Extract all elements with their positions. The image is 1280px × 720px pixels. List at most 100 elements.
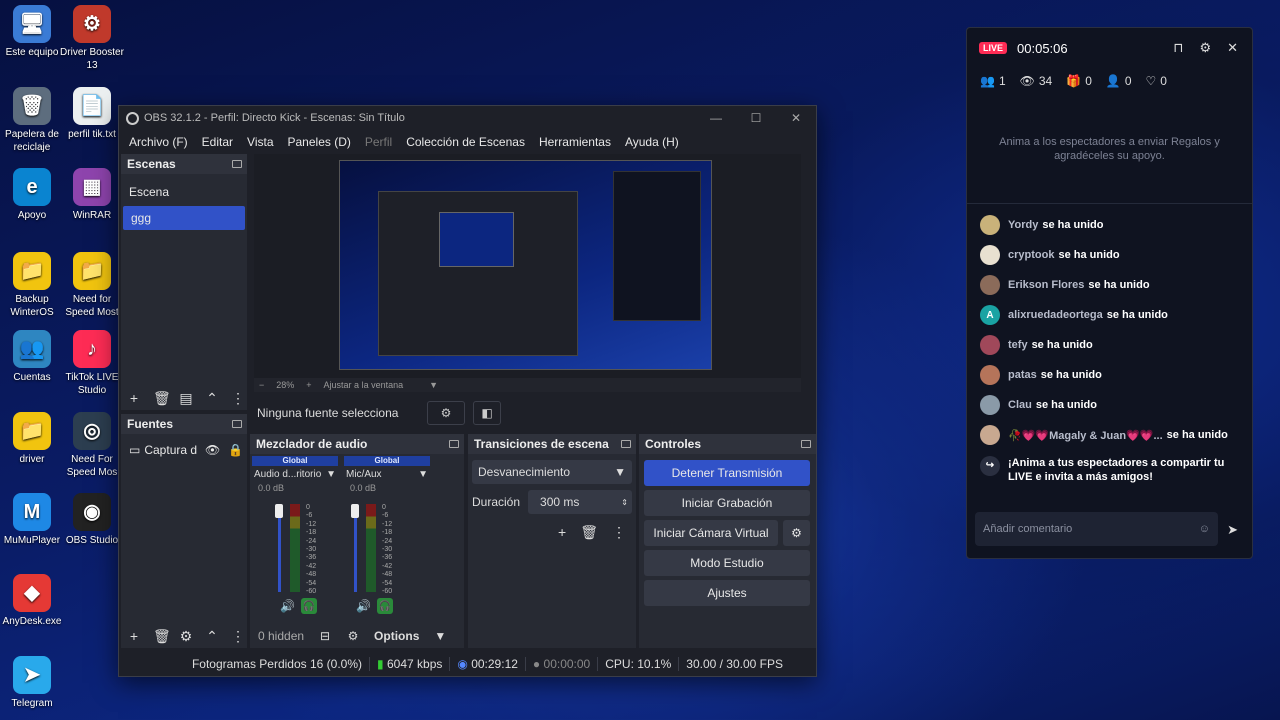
undock-icon[interactable]	[232, 160, 242, 168]
chat-username[interactable]: Clau	[1008, 399, 1032, 411]
speaker-icon[interactable]: 🔊	[280, 599, 295, 613]
preview-canvas[interactable]	[254, 154, 801, 378]
undock-icon[interactable]	[449, 440, 459, 448]
desktop-icon[interactable]: ◎ Need For Speed Mos	[58, 412, 126, 479]
move-up-icon[interactable]: ⌃	[205, 628, 219, 645]
duration-input[interactable]: 300 ms ⇕	[528, 490, 632, 514]
maximize-button[interactable]: ☐	[736, 111, 776, 125]
scene-item[interactable]: Escena	[121, 180, 247, 204]
undock-icon[interactable]	[801, 440, 811, 448]
trash-icon[interactable]: 🗑	[153, 628, 171, 645]
desktop-icon[interactable]: ▦ WinRAR	[58, 168, 126, 222]
zoom-out-button[interactable]: −	[259, 380, 264, 390]
trash-icon[interactable]: 🗑	[153, 390, 171, 407]
zoom-in-button[interactable]: +	[306, 380, 311, 390]
desktop-icon[interactable]: 🖥 Este equipo	[0, 5, 66, 59]
trash-icon[interactable]: 🗑	[580, 524, 598, 541]
avatar[interactable]	[980, 215, 1000, 235]
chevron-down-icon[interactable]: ▼	[429, 380, 438, 390]
desktop-icon[interactable]: ⚙ Driver Booster 13	[58, 5, 126, 72]
chevron-down-icon[interactable]: ▼	[433, 629, 447, 643]
menu-ayuda[interactable]: Ayuda (H)	[618, 135, 686, 149]
emoji-icon[interactable]: ☺	[1199, 523, 1210, 535]
start-virtual-camera-button[interactable]: Iniciar Cámara Virtual	[644, 520, 778, 546]
filters-icon[interactable]: ◧	[473, 401, 501, 425]
desktop-icon[interactable]: M MuMuPlayer	[0, 493, 66, 547]
gear-icon[interactable]: ⚙	[783, 520, 810, 546]
scene-item-selected[interactable]: ggg	[123, 206, 245, 230]
layout-icon[interactable]: ⊟	[318, 629, 332, 643]
settings-button[interactable]: Ajustes	[644, 580, 810, 606]
move-up-icon[interactable]: ⌃	[205, 390, 219, 407]
avatar[interactable]	[980, 245, 1000, 265]
desktop-icon[interactable]: ◆ AnyDesk.exe	[0, 574, 66, 628]
desktop-icon[interactable]: 📁 driver	[0, 412, 66, 466]
unlock-icon[interactable]: ⊓	[1173, 40, 1183, 56]
more-icon[interactable]: ⋮	[612, 524, 626, 541]
source-item[interactable]: ▭ Captura d 👁 🔒	[121, 438, 247, 462]
menu-perfil[interactable]: Perfil	[358, 135, 399, 149]
desktop-icon[interactable]: 👥 Cuentas	[0, 330, 66, 384]
desktop-icon[interactable]: 🗑 Papelera de reciclaje	[0, 87, 66, 154]
send-icon[interactable]: ➤	[1227, 522, 1238, 538]
desktop-icon[interactable]: ◉ OBS Studio	[58, 493, 126, 547]
desktop-icon[interactable]: 📁 Backup WinterOS	[0, 252, 66, 319]
chat-username[interactable]: patas	[1008, 369, 1037, 381]
gear-icon[interactable]: ⚙	[179, 628, 193, 645]
more-icon[interactable]: ⋮	[231, 390, 245, 407]
zoom-fit-select[interactable]: Ajustar a la ventana	[324, 380, 404, 390]
headphones-icon[interactable]: 🎧	[300, 598, 317, 614]
desktop-icon[interactable]: ♪ TikTok LIVE Studio	[58, 330, 126, 397]
desktop-icon[interactable]: 📁 Need for Speed Most	[58, 252, 126, 319]
stepper-icon[interactable]: ⇕	[621, 498, 628, 507]
avatar[interactable]	[980, 365, 1000, 385]
gear-icon[interactable]: ⚙	[1199, 40, 1211, 56]
gear-icon[interactable]: ⚙	[427, 401, 465, 425]
menu-vista[interactable]: Vista	[240, 135, 280, 149]
menu-herramientas[interactable]: Herramientas	[532, 135, 618, 149]
comment-input[interactable]: Añadir comentario ☺	[975, 512, 1218, 546]
eye-icon[interactable]: 👁	[205, 443, 220, 457]
add-icon[interactable]: +	[558, 524, 566, 541]
chat-username[interactable]: Yordy	[1008, 219, 1038, 231]
avatar[interactable]	[980, 395, 1000, 415]
chat-username[interactable]: tefy	[1008, 339, 1028, 351]
filter-icon[interactable]: ▤	[179, 390, 193, 407]
chat-username[interactable]: 🥀💗💗Magaly & Juan💗💗...	[1008, 429, 1163, 442]
close-button[interactable]: ✕	[776, 111, 816, 125]
close-icon[interactable]: ✕	[1227, 40, 1238, 56]
avatar[interactable]	[980, 425, 1000, 445]
desktop-icon[interactable]: 📄 perfil tik.txt	[58, 87, 126, 141]
desktop-icon[interactable]: e Apoyo	[0, 168, 66, 222]
menu-editar[interactable]: Editar	[195, 135, 240, 149]
chat-username[interactable]: cryptook	[1008, 249, 1054, 261]
minimize-button[interactable]: —	[696, 111, 736, 125]
start-recording-button[interactable]: Iniciar Grabación	[644, 490, 810, 516]
desktop-icon[interactable]: ➤ Telegram	[0, 656, 66, 710]
undock-icon[interactable]	[232, 420, 242, 428]
chevron-down-icon[interactable]: ▼	[326, 469, 336, 480]
more-icon[interactable]: ⋮	[231, 628, 245, 645]
speaker-icon[interactable]: 🔊	[356, 599, 371, 613]
menu-paneles[interactable]: Paneles (D)	[281, 135, 358, 149]
volume-knob[interactable]	[351, 504, 359, 518]
studio-mode-button[interactable]: Modo Estudio	[644, 550, 810, 576]
transition-select[interactable]: Desvanecimiento ▼	[472, 460, 632, 484]
chat-username[interactable]: alixruedadeortega	[1008, 309, 1103, 321]
add-icon[interactable]: +	[127, 390, 141, 406]
avatar[interactable]: A	[980, 305, 1000, 325]
headphones-icon[interactable]: 🎧	[376, 598, 393, 614]
options-button[interactable]: Options	[374, 629, 419, 643]
lock-icon[interactable]: 🔒	[228, 443, 243, 457]
chevron-down-icon[interactable]: ▼	[418, 469, 428, 480]
chat-username[interactable]: Erikson Flores	[1008, 279, 1084, 291]
menu-archivo[interactable]: Archivo (F)	[122, 135, 195, 149]
menu-coleccion-escenas[interactable]: Colección de Escenas	[399, 135, 532, 149]
volume-knob[interactable]	[275, 504, 283, 518]
gear-icon[interactable]: ⚙	[346, 629, 360, 643]
stop-stream-button[interactable]: Detener Transmisión	[644, 460, 810, 486]
avatar[interactable]	[980, 335, 1000, 355]
undock-icon[interactable]	[621, 440, 631, 448]
add-icon[interactable]: +	[127, 628, 141, 644]
avatar[interactable]	[980, 275, 1000, 295]
